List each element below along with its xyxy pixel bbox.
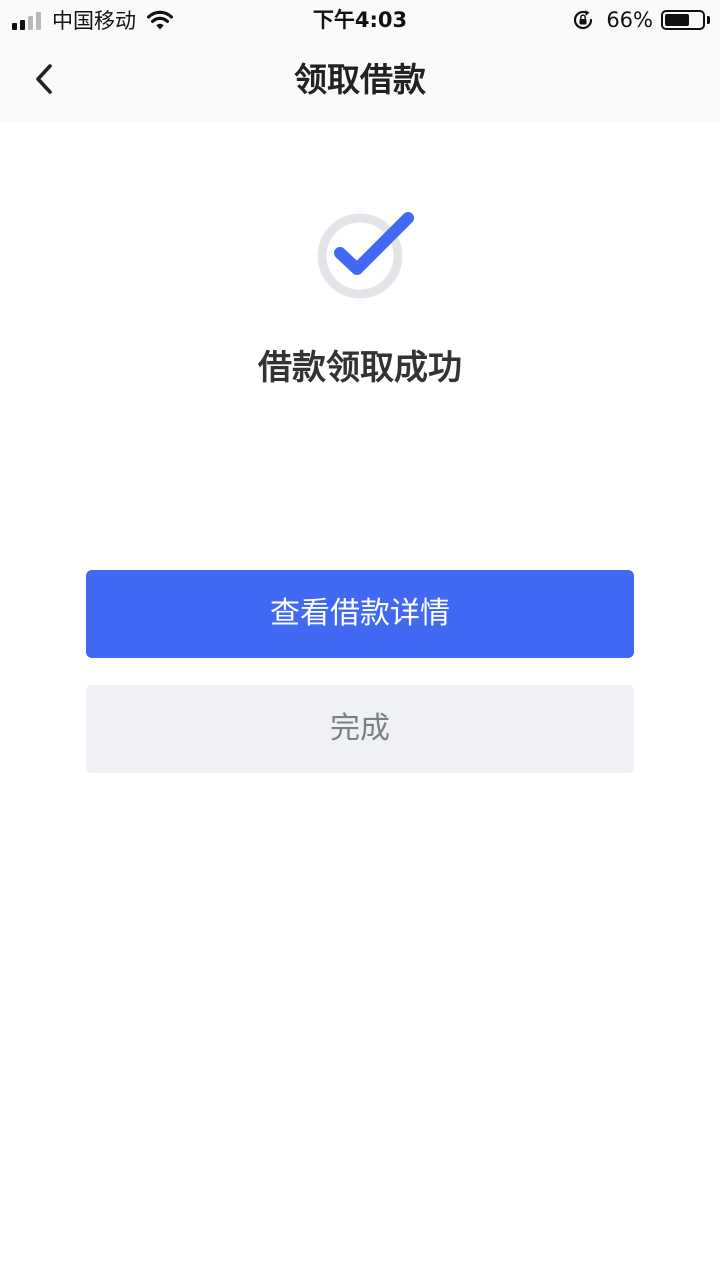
- check-circle-icon: [317, 212, 414, 299]
- status-bar: 中国移动 下午4:03 66%: [0, 0, 720, 40]
- battery-percent: 66%: [606, 8, 653, 32]
- battery-level: [665, 14, 689, 26]
- battery-icon: [661, 10, 705, 30]
- view-loan-details-button[interactable]: 查看借款详情: [86, 570, 634, 658]
- done-button[interactable]: 完成: [86, 685, 634, 773]
- nav-bar: 领取借款: [0, 40, 720, 122]
- success-message: 借款领取成功: [258, 348, 462, 388]
- chevron-left-icon: [36, 64, 52, 94]
- rotation-lock-icon: [574, 10, 593, 30]
- page-title: 领取借款: [294, 60, 426, 99]
- battery-tip: [707, 16, 710, 24]
- status-bar-right: 66%: [572, 0, 710, 40]
- back-button[interactable]: [22, 57, 66, 101]
